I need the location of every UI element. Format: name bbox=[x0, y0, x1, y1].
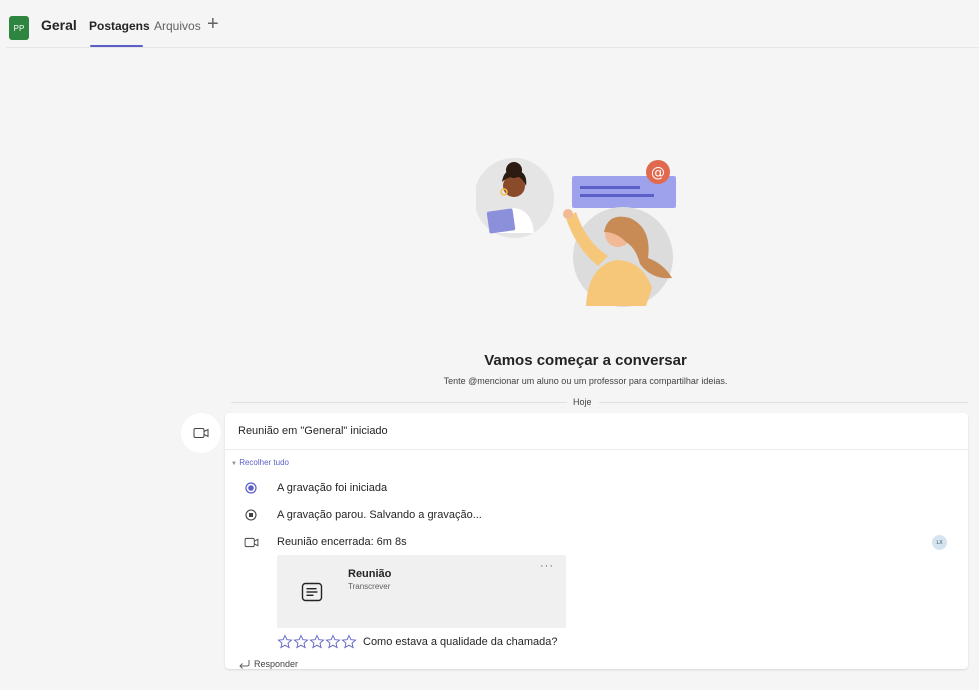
event-text: Reunião encerrada: 6m 8s bbox=[277, 536, 407, 548]
active-tab-indicator bbox=[90, 45, 143, 47]
channel-name: Geral bbox=[41, 17, 77, 33]
channel-header: PP Geral Postagens Arquivos + bbox=[6, 8, 979, 48]
meeting-title: Reunião em "General" iniciado bbox=[238, 425, 388, 437]
more-options-icon[interactable]: ··· bbox=[540, 560, 554, 572]
reply-label: Responder bbox=[254, 659, 299, 669]
welcome-subtitle: Tente @mencionar um aluno ou um professo… bbox=[443, 376, 728, 386]
event-row-meeting-ended: Reunião encerrada: 6m 8s bbox=[243, 534, 407, 550]
triangle-down-icon: ▼ bbox=[231, 461, 237, 467]
svg-text:@: @ bbox=[651, 165, 665, 181]
meeting-message-card: Reunião em "General" iniciado ▼ Recolher… bbox=[225, 413, 968, 669]
transcript-icon bbox=[297, 577, 327, 607]
welcome-title: Vamos começar a conversar bbox=[484, 352, 687, 369]
add-tab-button[interactable]: + bbox=[207, 14, 219, 34]
event-row-recording-stopped: A gravação parou. Salvando a gravação... bbox=[243, 507, 482, 523]
recording-title: Reunião bbox=[348, 568, 392, 580]
rating-question: Como estava a qualidade da chamada? bbox=[363, 636, 558, 648]
date-divider: Hoje bbox=[231, 397, 968, 409]
team-avatar[interactable]: PP bbox=[9, 16, 29, 40]
recording-subtitle[interactable]: Transcrever bbox=[348, 582, 390, 591]
divider-line-right bbox=[599, 402, 968, 403]
collapse-all-link[interactable]: ▼ Recolher tudo bbox=[231, 458, 289, 467]
date-label: Hoje bbox=[573, 397, 592, 407]
star-icon[interactable] bbox=[293, 634, 309, 650]
rating-stars bbox=[277, 634, 357, 650]
event-text: A gravação parou. Salvando a gravação... bbox=[277, 509, 482, 521]
collapse-all-label: Recolher tudo bbox=[239, 458, 289, 467]
participant-avatar[interactable]: LX bbox=[932, 535, 947, 550]
video-camera-icon bbox=[193, 428, 209, 438]
tab-files[interactable]: Arquivos bbox=[154, 19, 201, 33]
video-camera-icon bbox=[244, 537, 258, 547]
star-icon[interactable] bbox=[309, 634, 325, 650]
call-quality-rating: Como estava a qualidade da chamada? bbox=[277, 634, 557, 650]
recording-card[interactable]: Reunião Transcrever ··· bbox=[277, 555, 566, 628]
star-icon[interactable] bbox=[325, 634, 341, 650]
event-row-recording-started: A gravação foi iniciada bbox=[243, 480, 387, 496]
reply-button[interactable]: Responder bbox=[238, 659, 298, 669]
stop-circle-icon bbox=[245, 509, 257, 521]
reply-arrow-icon bbox=[239, 660, 250, 669]
meeting-avatar bbox=[181, 413, 221, 453]
app-frame: PP Geral Postagens Arquivos + @ Vamos co… bbox=[0, 0, 979, 690]
divider-line-left bbox=[231, 402, 567, 403]
event-text: A gravação foi iniciada bbox=[277, 482, 388, 494]
card-header: Reunião em "General" iniciado bbox=[225, 413, 968, 450]
radio-selected-icon bbox=[245, 482, 257, 494]
star-icon[interactable] bbox=[277, 634, 293, 650]
tab-posts[interactable]: Postagens bbox=[89, 19, 150, 33]
welcome-illustration: @ bbox=[476, 158, 676, 307]
star-icon[interactable] bbox=[341, 634, 357, 650]
channel-page: PP Geral Postagens Arquivos + @ Vamos co… bbox=[6, 8, 979, 690]
